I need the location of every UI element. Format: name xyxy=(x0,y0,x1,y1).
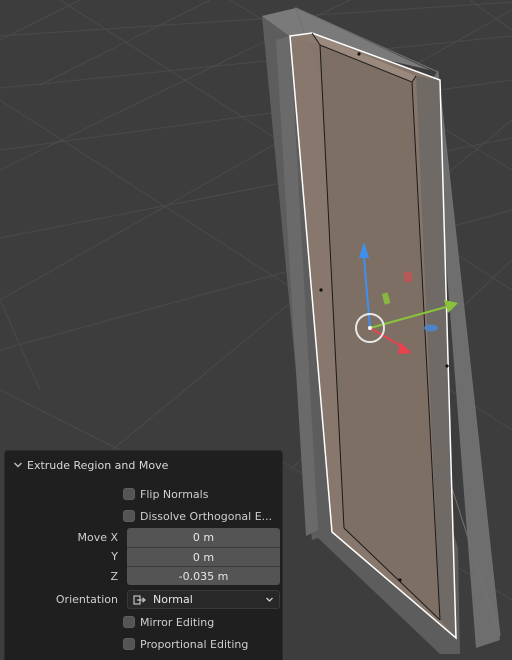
move-x-label: Move X xyxy=(77,531,118,544)
checkbox-box[interactable] xyxy=(123,638,135,650)
move-x-field[interactable]: 0 m xyxy=(127,528,280,547)
mirror-editing-checkbox[interactable]: Mirror Editing xyxy=(123,613,214,631)
selected-face-mesh[interactable] xyxy=(289,32,457,640)
dropdown-chevron-icon xyxy=(266,597,273,602)
checkbox-box[interactable] xyxy=(123,510,135,522)
mirror-editing-label: Mirror Editing xyxy=(140,615,215,629)
dissolve-orthogonal-edges-checkbox[interactable]: Dissolve Orthogonal E... xyxy=(123,507,272,525)
dissolve-orthogonal-label: Dissolve Orthogonal E... xyxy=(140,509,273,523)
panel-title: Extrude Region and Move xyxy=(27,458,169,472)
move-y-label: Y xyxy=(111,550,118,563)
flip-normals-checkbox[interactable]: Flip Normals xyxy=(123,485,208,503)
orientation-value: Normal xyxy=(153,593,193,606)
chevron-down-icon xyxy=(14,462,22,468)
orientation-dropdown[interactable]: Normal xyxy=(127,590,280,609)
proportional-editing-label: Proportional Editing xyxy=(140,637,249,651)
panel-header[interactable]: Extrude Region and Move xyxy=(5,453,282,477)
checkbox-box[interactable] xyxy=(123,488,135,500)
checkbox-box[interactable] xyxy=(123,616,135,628)
flip-normals-label: Flip Normals xyxy=(140,487,209,501)
orientation-label: Orientation xyxy=(55,593,118,606)
orientation-normal-icon xyxy=(133,594,146,605)
move-y-field[interactable]: 0 m xyxy=(127,547,280,566)
move-z-label: Z xyxy=(110,570,118,583)
move-z-field[interactable]: -0.035 m xyxy=(127,566,280,585)
extrude-region-and-move-panel: Extrude Region and Move Flip Normals Dis… xyxy=(4,450,283,660)
proportional-editing-checkbox[interactable]: Proportional Editing xyxy=(123,635,248,653)
